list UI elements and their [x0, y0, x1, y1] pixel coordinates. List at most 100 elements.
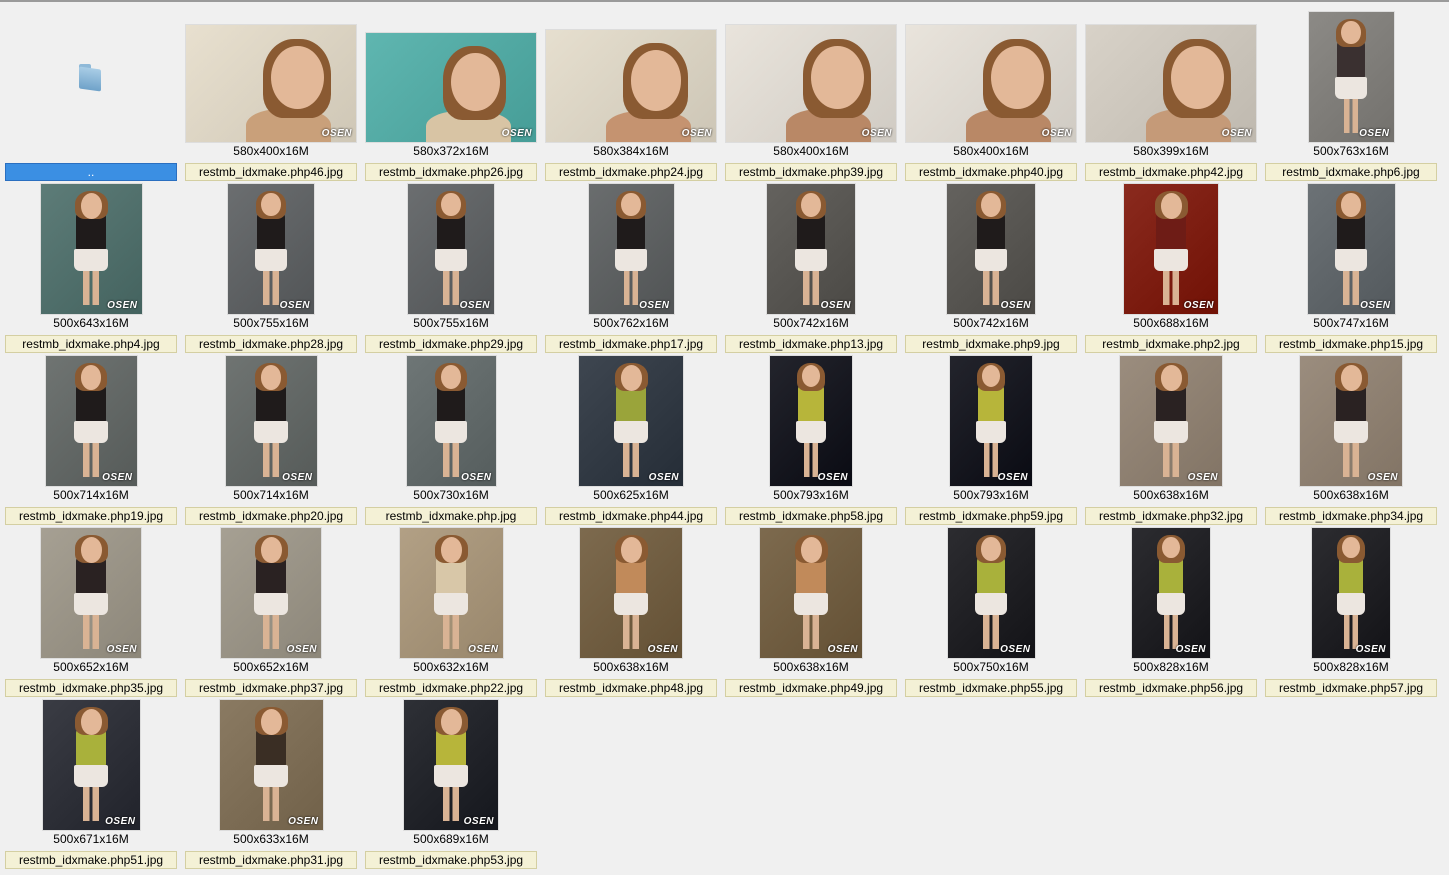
thumbnail-item[interactable]: OSEN 500x688x16M restmb_idxmake.php2.jpg [1085, 184, 1257, 356]
thumbnail-filename[interactable]: restmb_idxmake.php13.jpg [725, 335, 897, 353]
thumbnail-filename[interactable]: restmb_idxmake.php48.jpg [545, 679, 717, 697]
thumbnail-photo[interactable]: OSEN [1300, 356, 1402, 486]
thumbnail-filename[interactable]: restmb_idxmake.php57.jpg [1265, 679, 1437, 697]
thumbnail-item[interactable]: OSEN 500x828x16M restmb_idxmake.php57.jpg [1265, 528, 1437, 700]
thumbnail-filename[interactable]: restmb_idxmake.php51.jpg [5, 851, 177, 869]
thumbnail-item[interactable]: OSEN 500x755x16M restmb_idxmake.php29.jpg [365, 184, 537, 356]
thumbnail-item[interactable]: OSEN 500x750x16M restmb_idxmake.php55.jpg [905, 528, 1077, 700]
thumbnail-item[interactable]: OSEN 500x625x16M restmb_idxmake.php44.jpg [545, 356, 717, 528]
thumbnail-photo[interactable]: OSEN [770, 356, 852, 486]
thumbnail-filename[interactable]: restmb_idxmake.php9.jpg [905, 335, 1077, 353]
thumbnail-item[interactable]: OSEN 500x638x16M restmb_idxmake.php48.jpg [545, 528, 717, 700]
thumbnail-filename[interactable]: restmb_idxmake.php32.jpg [1085, 507, 1257, 525]
thumbnail-item[interactable]: OSEN 500x793x16M restmb_idxmake.php58.jpg [725, 356, 897, 528]
thumbnail-item[interactable]: OSEN 500x689x16M restmb_idxmake.php53.jpg [365, 700, 537, 872]
thumbnail-photo[interactable]: OSEN [1308, 12, 1394, 142]
thumbnail-filename[interactable]: restmb_idxmake.php42.jpg [1085, 163, 1257, 181]
thumbnail-item[interactable]: OSEN 580x372x16M restmb_idxmake.php26.jpg [365, 12, 537, 184]
thumbnail-filename[interactable]: restmb_idxmake.php28.jpg [185, 335, 357, 353]
thumbnail-filename[interactable]: restmb_idxmake.php26.jpg [365, 163, 537, 181]
thumbnail-item[interactable]: OSEN 500x714x16M restmb_idxmake.php19.jpg [5, 356, 177, 528]
thumbnail-item[interactable]: OSEN 500x652x16M restmb_idxmake.php35.jpg [5, 528, 177, 700]
thumbnail-photo[interactable]: OSEN [1124, 184, 1218, 314]
thumbnail-photo[interactable]: OSEN [221, 528, 321, 658]
thumbnail-photo[interactable]: OSEN [366, 33, 536, 142]
thumbnail-filename[interactable]: restmb_idxmake.php35.jpg [5, 679, 177, 697]
thumbnail-filename[interactable]: restmb_idxmake.php29.jpg [365, 335, 537, 353]
thumbnail-item[interactable]: OSEN 580x400x16M restmb_idxmake.php40.jpg [905, 12, 1077, 184]
thumbnail-filename[interactable]: restmb_idxmake.php6.jpg [1265, 163, 1437, 181]
thumbnail-filename[interactable]: restmb_idxmake.php40.jpg [905, 163, 1077, 181]
thumbnail-item[interactable]: OSEN 500x742x16M restmb_idxmake.php9.jpg [905, 184, 1077, 356]
thumbnail-photo[interactable]: OSEN [760, 528, 862, 658]
thumbnail-filename[interactable]: restmb_idxmake.php31.jpg [185, 851, 357, 869]
thumbnail-item[interactable]: OSEN 580x384x16M restmb_idxmake.php24.jpg [545, 12, 717, 184]
parent-folder-cell[interactable]: .. [5, 12, 177, 184]
thumbnail-item[interactable]: OSEN 500x742x16M restmb_idxmake.php13.jpg [725, 184, 897, 356]
thumbnail-item[interactable]: OSEN 580x400x16M restmb_idxmake.php46.jpg [185, 12, 357, 184]
thumbnail-filename[interactable]: restmb_idxmake.php37.jpg [185, 679, 357, 697]
thumbnail-photo[interactable]: OSEN [1312, 528, 1390, 658]
thumbnail-photo[interactable]: OSEN [1132, 528, 1210, 658]
thumbnail-filename[interactable]: restmb_idxmake.php44.jpg [545, 507, 717, 525]
thumbnail-photo[interactable]: OSEN [1307, 184, 1395, 314]
thumbnail-filename[interactable]: restmb_idxmake.php22.jpg [365, 679, 537, 697]
thumbnail-item[interactable]: OSEN 580x400x16M restmb_idxmake.php39.jpg [725, 12, 897, 184]
thumbnail-photo[interactable]: OSEN [45, 356, 137, 486]
thumbnail-photo[interactable]: OSEN [41, 528, 141, 658]
thumbnail-photo[interactable]: OSEN [399, 528, 503, 658]
thumbnail-item[interactable]: OSEN 500x730x16M restmb_idxmake.php.jpg [365, 356, 537, 528]
thumbnail-filename[interactable]: restmb_idxmake.php39.jpg [725, 163, 897, 181]
thumbnail-item[interactable]: OSEN 500x755x16M restmb_idxmake.php28.jpg [185, 184, 357, 356]
thumbnail-item[interactable]: OSEN 500x747x16M restmb_idxmake.php15.jpg [1265, 184, 1437, 356]
thumbnail-photo[interactable]: OSEN [947, 184, 1035, 314]
thumbnail-item[interactable]: OSEN 500x671x16M restmb_idxmake.php51.jpg [5, 700, 177, 872]
thumbnail-photo[interactable]: OSEN [1086, 25, 1256, 142]
parent-folder-label[interactable]: .. [5, 163, 177, 181]
thumbnail-photo[interactable]: OSEN [906, 25, 1076, 142]
thumbnail-photo[interactable]: OSEN [579, 356, 683, 486]
thumbnail-item[interactable]: OSEN 500x762x16M restmb_idxmake.php17.jpg [545, 184, 717, 356]
thumbnail-filename[interactable]: restmb_idxmake.php15.jpg [1265, 335, 1437, 353]
thumbnail-photo[interactable]: OSEN [950, 356, 1032, 486]
thumbnail-photo[interactable]: OSEN [726, 25, 896, 142]
thumbnail-filename[interactable]: restmb_idxmake.php56.jpg [1085, 679, 1257, 697]
thumbnail-filename[interactable]: restmb_idxmake.php19.jpg [5, 507, 177, 525]
thumbnail-filename[interactable]: restmb_idxmake.php34.jpg [1265, 507, 1437, 525]
thumbnail-item[interactable]: OSEN 500x793x16M restmb_idxmake.php59.jpg [905, 356, 1077, 528]
thumbnail-filename[interactable]: restmb_idxmake.php20.jpg [185, 507, 357, 525]
thumbnail-filename[interactable]: restmb_idxmake.php4.jpg [5, 335, 177, 353]
thumbnail-filename[interactable]: restmb_idxmake.php59.jpg [905, 507, 1077, 525]
thumbnail-filename[interactable]: restmb_idxmake.php24.jpg [545, 163, 717, 181]
thumbnail-photo[interactable]: OSEN [186, 25, 356, 142]
thumbnail-photo[interactable]: OSEN [580, 528, 682, 658]
thumbnail-item[interactable]: OSEN 500x632x16M restmb_idxmake.php22.jpg [365, 528, 537, 700]
thumbnail-photo[interactable]: OSEN [947, 528, 1035, 658]
thumbnail-item[interactable]: OSEN 500x638x16M restmb_idxmake.php49.jpg [725, 528, 897, 700]
thumbnail-filename[interactable]: restmb_idxmake.php53.jpg [365, 851, 537, 869]
thumbnail-photo[interactable]: OSEN [1120, 356, 1222, 486]
thumbnail-filename[interactable]: restmb_idxmake.php17.jpg [545, 335, 717, 353]
thumbnail-item[interactable]: OSEN 500x714x16M restmb_idxmake.php20.jpg [185, 356, 357, 528]
thumbnail-photo[interactable]: OSEN [225, 356, 317, 486]
thumbnail-photo[interactable]: OSEN [767, 184, 855, 314]
thumbnail-item[interactable]: OSEN 500x638x16M restmb_idxmake.php34.jpg [1265, 356, 1437, 528]
thumbnail-item[interactable]: OSEN 500x643x16M restmb_idxmake.php4.jpg [5, 184, 177, 356]
thumbnail-photo[interactable]: OSEN [404, 700, 498, 830]
thumbnail-photo[interactable]: OSEN [40, 184, 142, 314]
thumbnail-item[interactable]: OSEN 500x652x16M restmb_idxmake.php37.jpg [185, 528, 357, 700]
thumbnail-photo[interactable]: OSEN [406, 356, 496, 486]
thumbnail-filename[interactable]: restmb_idxmake.php58.jpg [725, 507, 897, 525]
thumbnail-filename[interactable]: restmb_idxmake.php55.jpg [905, 679, 1077, 697]
thumbnail-filename[interactable]: restmb_idxmake.php49.jpg [725, 679, 897, 697]
thumbnail-photo[interactable]: OSEN [42, 700, 140, 830]
thumbnail-item[interactable]: OSEN 500x763x16M restmb_idxmake.php6.jpg [1265, 12, 1437, 184]
thumbnail-photo[interactable]: OSEN [546, 30, 716, 142]
thumbnail-filename[interactable]: restmb_idxmake.php.jpg [365, 507, 537, 525]
thumbnail-item[interactable]: OSEN 580x399x16M restmb_idxmake.php42.jpg [1085, 12, 1257, 184]
thumbnail-photo[interactable]: OSEN [588, 184, 674, 314]
thumbnail-item[interactable]: OSEN 500x638x16M restmb_idxmake.php32.jpg [1085, 356, 1257, 528]
thumbnail-filename[interactable]: restmb_idxmake.php2.jpg [1085, 335, 1257, 353]
thumbnail-item[interactable]: OSEN 500x828x16M restmb_idxmake.php56.jpg [1085, 528, 1257, 700]
thumbnail-item[interactable]: OSEN 500x633x16M restmb_idxmake.php31.jpg [185, 700, 357, 872]
